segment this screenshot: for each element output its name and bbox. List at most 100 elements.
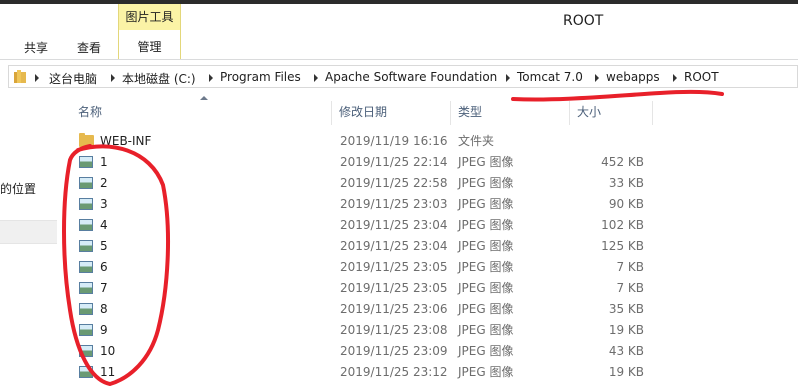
file-date: 2019/11/19 16:16 — [340, 134, 448, 148]
file-type: 文件夹 — [458, 134, 495, 148]
file-name: 6 — [100, 260, 108, 274]
breadcrumb-tomcat[interactable]: Tomcat 7.0 — [517, 70, 583, 84]
file-size: 43 KB — [608, 344, 644, 358]
ribbon-tabs: 共享 查看 管理 — [0, 30, 798, 60]
file-type: JPEG 图像 — [458, 218, 514, 232]
image-icon — [79, 303, 93, 315]
file-name: 11 — [100, 365, 116, 379]
image-icon — [79, 240, 93, 252]
file-type: JPEG 图像 — [458, 197, 514, 211]
file-date: 2019/11/25 23:06 — [340, 302, 448, 316]
folder-icon — [79, 133, 94, 147]
file-row[interactable]: 9 2019/11/25 23:08 JPEG 图像 19 KB — [60, 320, 798, 341]
chevron-right-icon[interactable] — [506, 74, 510, 82]
file-type: JPEG 图像 — [458, 281, 514, 295]
file-date: 2019/11/25 23:08 — [340, 323, 448, 337]
red-underline-annotation — [511, 89, 724, 102]
file-size: 452 KB — [601, 155, 644, 169]
tab-view[interactable]: 查看 — [77, 39, 101, 56]
file-date: 2019/11/25 23:05 — [340, 260, 448, 274]
chevron-right-icon[interactable] — [209, 74, 213, 82]
image-icon — [79, 324, 93, 336]
file-row[interactable]: 6 2019/11/25 23:05 JPEG 图像 7 KB — [60, 257, 798, 278]
nav-item-selected[interactable] — [0, 220, 57, 244]
file-row[interactable]: 10 2019/11/25 23:09 JPEG 图像 43 KB — [60, 341, 798, 362]
window-title: ROOT — [563, 13, 604, 29]
file-date: 2019/11/25 23:04 — [340, 239, 448, 253]
file-type: JPEG 图像 — [458, 260, 514, 274]
image-icon — [79, 261, 93, 273]
file-row[interactable]: 7 2019/11/25 23:05 JPEG 图像 7 KB — [60, 278, 798, 299]
file-size: 125 KB — [601, 239, 644, 253]
navigation-pane: 的位置 — [0, 92, 60, 386]
file-type: JPEG 图像 — [458, 365, 514, 379]
file-size: 7 KB — [616, 260, 644, 274]
file-date: 2019/11/25 22:58 — [340, 176, 448, 190]
file-row[interactable]: 4 2019/11/25 23:04 JPEG 图像 102 KB — [60, 215, 798, 236]
file-name: 8 — [100, 302, 108, 316]
chevron-right-icon[interactable] — [111, 74, 115, 82]
column-size[interactable]: 大小 — [571, 101, 653, 125]
column-header: 名称 修改日期 类型 大小 — [60, 101, 798, 125]
file-row[interactable]: 2 2019/11/25 22:58 JPEG 图像 33 KB — [60, 173, 798, 194]
file-row[interactable]: 3 2019/11/25 23:03 JPEG 图像 90 KB — [60, 194, 798, 215]
file-date: 2019/11/25 23:04 — [340, 218, 448, 232]
nav-item-partial-label[interactable]: 的位置 — [0, 180, 36, 197]
breadcrumb-apache[interactable]: Apache Software Foundation — [325, 70, 497, 84]
file-size: 19 KB — [608, 323, 644, 337]
file-name: 2 — [100, 176, 108, 190]
breadcrumb-local-disk[interactable]: 本地磁盘 (C:) — [122, 70, 196, 87]
file-name: 4 — [100, 218, 108, 232]
file-name: 10 — [100, 344, 116, 358]
file-size: 7 KB — [616, 281, 644, 295]
sort-ascending-icon — [200, 96, 208, 100]
image-icon — [79, 366, 93, 378]
file-size: 35 KB — [608, 302, 644, 316]
breadcrumb-webapps[interactable]: webapps — [606, 70, 660, 84]
file-size — [574, 131, 644, 152]
file-name: 1 — [100, 155, 108, 169]
file-row[interactable]: 5 2019/11/25 23:04 JPEG 图像 125 KB — [60, 236, 798, 257]
chevron-right-icon[interactable] — [673, 74, 677, 82]
image-icon — [79, 219, 93, 231]
file-row[interactable]: 11 2019/11/25 23:12 JPEG 图像 19 KB — [60, 362, 798, 383]
file-size: 33 KB — [608, 176, 644, 190]
breadcrumb-program-files[interactable]: Program Files — [220, 70, 301, 84]
file-name: 7 — [100, 281, 108, 295]
file-name: 5 — [100, 239, 108, 253]
file-type: JPEG 图像 — [458, 176, 514, 190]
file-name: 3 — [100, 197, 108, 211]
file-row[interactable]: WEB-INF 2019/11/19 16:16 文件夹 — [60, 131, 798, 152]
chevron-right-icon[interactable] — [35, 74, 39, 82]
address-bar[interactable]: 这台电脑 本地磁盘 (C:) Program Files Apache Soft… — [8, 65, 798, 88]
file-date: 2019/11/25 23:12 — [340, 365, 448, 379]
file-date: 2019/11/25 22:14 — [340, 155, 448, 169]
file-date: 2019/11/25 23:03 — [340, 197, 448, 211]
file-type: JPEG 图像 — [458, 302, 514, 316]
file-type: JPEG 图像 — [458, 344, 514, 358]
image-icon — [79, 198, 93, 210]
file-date: 2019/11/25 23:09 — [340, 344, 448, 358]
file-date: 2019/11/25 23:05 — [340, 281, 448, 295]
file-type: JPEG 图像 — [458, 155, 514, 169]
file-row[interactable]: 1 2019/11/25 22:14 JPEG 图像 452 KB — [60, 152, 798, 173]
column-type[interactable]: 类型 — [452, 101, 570, 125]
file-size: 90 KB — [608, 197, 644, 211]
file-type: JPEG 图像 — [458, 239, 514, 253]
breadcrumb-this-pc[interactable]: 这台电脑 — [49, 70, 97, 87]
context-tab-picture-tools: 图片工具 — [118, 4, 181, 30]
image-icon — [79, 282, 93, 294]
image-icon — [79, 177, 93, 189]
breadcrumb-root[interactable]: ROOT — [684, 70, 719, 84]
chevron-right-icon[interactable] — [314, 74, 318, 82]
file-row[interactable]: 8 2019/11/25 23:06 JPEG 图像 35 KB — [60, 299, 798, 320]
file-size: 19 KB — [608, 365, 644, 379]
tab-share[interactable]: 共享 — [24, 39, 48, 56]
file-name: 9 — [100, 323, 108, 337]
chevron-right-icon[interactable] — [595, 74, 599, 82]
tab-manage[interactable]: 管理 — [118, 30, 181, 59]
column-name[interactable]: 名称 — [60, 101, 332, 125]
file-size: 102 KB — [601, 218, 644, 232]
image-icon — [79, 345, 93, 357]
column-date[interactable]: 修改日期 — [333, 101, 451, 125]
